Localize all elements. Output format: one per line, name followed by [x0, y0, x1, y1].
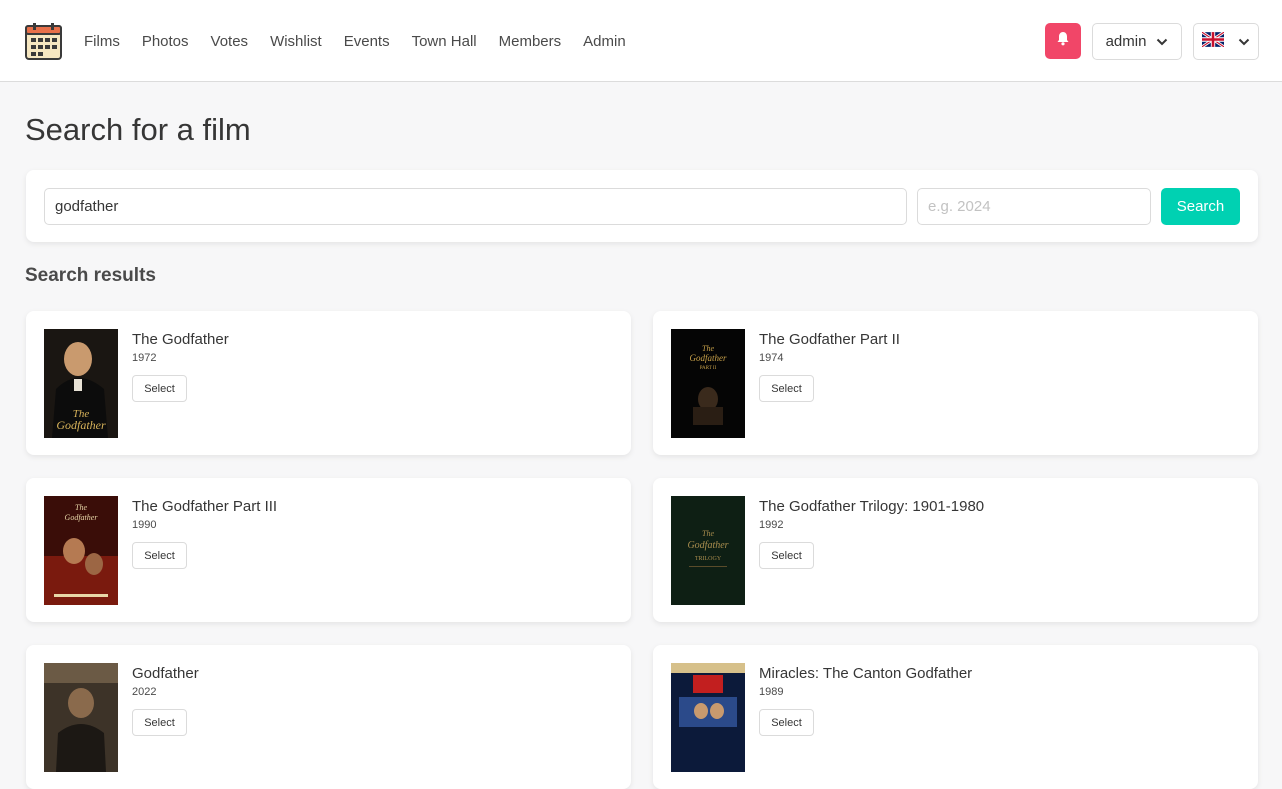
result-card: Miracles: The Canton Godfather 1989 Sele…	[653, 645, 1258, 789]
film-title: The Godfather Part III	[132, 498, 278, 515]
user-menu-button[interactable]: admin	[1092, 23, 1182, 60]
select-film-button[interactable]: Select	[132, 709, 187, 736]
uk-flag-icon	[1201, 30, 1225, 52]
film-year: 2022	[132, 686, 157, 698]
nav-link-town-hall[interactable]: Town Hall	[412, 33, 477, 50]
calendar-logo-icon[interactable]	[24, 22, 63, 61]
page-title: Search for a film	[25, 112, 251, 147]
svg-text:The: The	[702, 344, 714, 353]
svg-text:Godfather: Godfather	[65, 513, 99, 522]
chevron-down-icon	[1238, 33, 1250, 51]
result-card: The Godfather TRILOGY The Godfather Tril…	[653, 478, 1258, 622]
result-card: Godfather 2022 Select	[26, 645, 631, 789]
user-menu-label: admin	[1105, 33, 1147, 50]
film-title: Godfather	[132, 665, 199, 682]
svg-text:The: The	[75, 503, 87, 512]
film-title: The Godfather	[132, 331, 229, 348]
select-film-button[interactable]: Select	[759, 375, 814, 402]
svg-text:Godfather: Godfather	[690, 353, 727, 363]
nav-link-members[interactable]: Members	[499, 33, 562, 50]
result-card: The Godfather The Godfather 1972 Select	[26, 311, 631, 455]
notifications-button[interactable]	[1045, 23, 1081, 59]
nav-link-votes[interactable]: Votes	[211, 33, 249, 50]
svg-text:The: The	[702, 529, 714, 538]
film-poster: The Godfather	[44, 329, 118, 438]
navbar: Films Photos Votes Wishlist Events Town …	[0, 0, 1282, 82]
select-film-button[interactable]: Select	[759, 709, 814, 736]
film-year: 1989	[759, 686, 784, 698]
film-poster: The Godfather	[44, 496, 118, 605]
result-card: The Godfather The Godfather Part III 199…	[26, 478, 631, 622]
film-poster	[44, 663, 118, 772]
film-year: 1972	[132, 352, 157, 364]
chevron-down-icon	[1156, 33, 1168, 50]
nav-link-films[interactable]: Films	[84, 33, 120, 50]
film-poster: The Godfather PART II	[671, 329, 745, 438]
select-film-button[interactable]: Select	[132, 375, 187, 402]
svg-text:Godfather: Godfather	[687, 540, 728, 551]
year-input[interactable]: e.g. 2024	[917, 188, 1151, 225]
nav-link-wishlist[interactable]: Wishlist	[270, 33, 322, 50]
language-menu-button[interactable]	[1193, 23, 1259, 60]
search-button[interactable]: Search	[1161, 188, 1240, 225]
film-poster	[671, 663, 745, 772]
nav-link-events[interactable]: Events	[344, 33, 390, 50]
film-year: 1992	[759, 519, 784, 531]
film-poster: The Godfather TRILOGY	[671, 496, 745, 605]
film-title: The Godfather Part II	[759, 331, 900, 348]
result-card: The Godfather PART II The Godfather Part…	[653, 311, 1258, 455]
nav-link-admin[interactable]: Admin	[583, 33, 626, 50]
film-year: 1974	[759, 352, 784, 364]
svg-text:TRILOGY: TRILOGY	[695, 556, 722, 562]
film-title: Miracles: The Canton Godfather	[759, 665, 973, 682]
results-heading: Search results	[25, 265, 156, 286]
nav-link-photos[interactable]: Photos	[142, 33, 189, 50]
search-box: godfather e.g. 2024 Search	[26, 170, 1258, 242]
film-year: 1990	[132, 519, 157, 531]
svg-text:Godfather: Godfather	[56, 418, 106, 432]
select-film-button[interactable]: Select	[132, 542, 187, 569]
bell-icon	[1056, 31, 1070, 51]
nav-links: Films Photos Votes Wishlist Events Town …	[84, 0, 648, 82]
film-search-input[interactable]: godfather	[44, 188, 907, 225]
select-film-button[interactable]: Select	[759, 542, 814, 569]
film-title: The Godfather Trilogy: 1901-1980	[759, 498, 985, 515]
svg-text:PART II: PART II	[700, 366, 717, 371]
